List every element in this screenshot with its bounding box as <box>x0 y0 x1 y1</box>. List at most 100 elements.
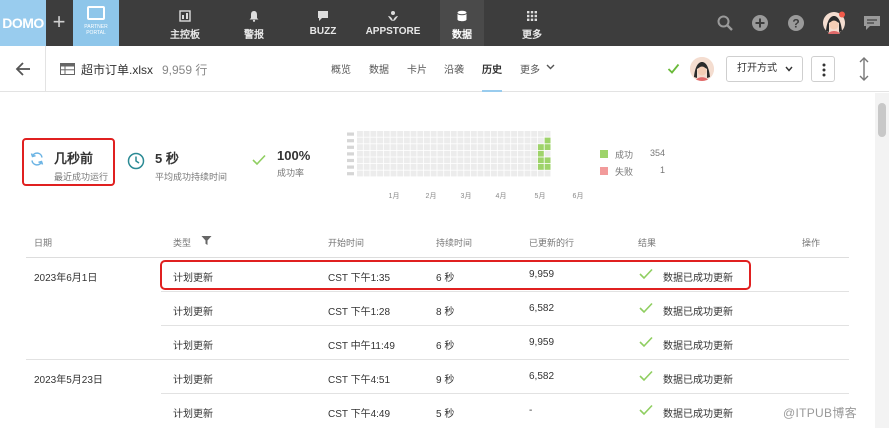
tab-cards[interactable]: 卡片 <box>407 61 427 92</box>
heatmap-cell-empty <box>497 170 504 177</box>
legend-success-label: 成功 <box>615 150 634 160</box>
run-history-heatmap: 1月 2月 3月 4月 5月 6月 <box>347 131 583 200</box>
column-header-type[interactable]: 类型 <box>173 236 212 249</box>
help-icon[interactable]: ? <box>786 13 806 33</box>
heatmap-cell-empty <box>424 137 430 144</box>
heatmap-cell-empty <box>390 164 397 170</box>
column-header-date[interactable]: 日期 <box>34 236 52 249</box>
heatmap-cell-empty <box>390 137 397 144</box>
heatmap-cell-empty <box>464 150 471 157</box>
heatmap-cell-empty <box>484 157 491 164</box>
more-options-button[interactable] <box>811 56 835 82</box>
tab-data[interactable]: 数据 <box>369 61 389 92</box>
dataset-name[interactable]: 超市订单.xlsx <box>81 61 153 78</box>
legend-success-swatch <box>600 150 608 158</box>
heatmap-cell-empty <box>491 144 497 150</box>
tab-history[interactable]: 历史 <box>482 61 502 92</box>
heatmap-cell-empty <box>504 164 511 170</box>
column-header-rows-updated[interactable]: 已更新的行 <box>529 236 574 249</box>
heatmap-cell-empty <box>504 157 511 164</box>
expand-collapse-icon[interactable] <box>856 56 872 82</box>
heatmap-cell-empty <box>410 131 417 137</box>
heatmap-cell-success <box>537 150 544 157</box>
heatmap-cell-empty <box>444 170 450 177</box>
open-with-label: 打开方式 <box>737 63 777 74</box>
column-header-type-label: 类型 <box>173 238 192 248</box>
search-icon[interactable] <box>715 13 735 33</box>
row-start-time: CST 中午11:49 <box>328 341 395 352</box>
table-row[interactable]: 计划更新 CST 下午4:49 5 秒 - 数据已成功更新 <box>26 394 849 428</box>
open-with-button[interactable]: 打开方式 <box>726 56 803 82</box>
heatmap-cell-empty <box>491 157 497 164</box>
heatmap-cell-empty <box>497 150 504 157</box>
scrollbar-thumb[interactable] <box>878 103 886 137</box>
heatmap-cell-empty <box>450 137 457 144</box>
heatmap-cell-empty <box>383 170 390 177</box>
legend-success: 成功 354 <box>600 148 670 160</box>
heatmap-cell-empty <box>457 150 464 157</box>
heatmap-cell-empty <box>511 137 517 144</box>
domo-logo[interactable]: DOMO <box>0 0 46 46</box>
heatmap-cell-empty <box>370 170 377 177</box>
heatmap-row-marker <box>347 165 354 169</box>
heatmap-cell-empty <box>450 131 457 137</box>
heatmap-cell-empty <box>457 164 464 170</box>
heatmap-cell-empty <box>470 157 477 164</box>
table-row[interactable]: 计划更新 CST 下午1:35 6 秒 9,959 数据已成功更新 <box>26 258 849 292</box>
row-result: 数据已成功更新 <box>663 375 733 386</box>
heatmap-cell-empty <box>524 144 531 150</box>
tab-lineage[interactable]: 沿袭 <box>444 61 464 92</box>
nav-item-data[interactable]: 数据 <box>440 0 484 46</box>
add-icon[interactable] <box>750 13 770 33</box>
success-rate-value: 100% <box>277 148 311 163</box>
nav-item-buzz[interactable]: BUZZ <box>301 0 345 46</box>
heatmap-cell-empty <box>370 144 377 150</box>
heatmap-cell-empty <box>410 144 417 150</box>
row-rows-updated: 6,582 <box>529 371 555 382</box>
column-header-duration[interactable]: 持续时间 <box>436 236 472 249</box>
row-result: 数据已成功更新 <box>663 307 733 318</box>
arrow-left-icon <box>15 62 30 76</box>
nav-item-dashboard[interactable]: 主控板 <box>162 0 208 46</box>
heatmap-cell-empty <box>504 131 511 137</box>
nav-item-more[interactable]: 更多 <box>510 0 554 46</box>
row-type: 计划更新 <box>173 273 213 284</box>
watermark: @ITPUB博客 <box>783 406 857 420</box>
tab-more[interactable]: 更多 <box>520 61 555 92</box>
heatmap-cell-empty <box>504 137 511 144</box>
heatmap-row-marker <box>347 145 354 149</box>
heatmap-row-marker <box>347 172 354 176</box>
success-check-icon <box>639 268 653 280</box>
partner-portal-tile[interactable]: PARTNER PORTAL <box>73 0 119 46</box>
grid-icon <box>527 11 537 21</box>
back-button[interactable] <box>0 46 46 92</box>
heatmap-cell-empty <box>470 170 477 177</box>
avatar[interactable] <box>822 11 846 35</box>
nav-item-alerts[interactable]: 警报 <box>232 0 276 46</box>
heatmap-cell-empty <box>524 157 531 164</box>
owner-avatar[interactable] <box>690 57 714 81</box>
heatmap-cell-empty <box>517 157 524 164</box>
owner-avatar-image <box>690 57 714 81</box>
message-icon[interactable] <box>862 13 882 33</box>
heatmap-cell-empty <box>417 150 424 157</box>
table-row[interactable]: 计划更新 CST 下午4:51 9 秒 6,582 数据已成功更新 <box>26 360 849 394</box>
table-row[interactable]: 计划更新 CST 下午1:28 8 秒 6,582 数据已成功更新 <box>26 292 849 326</box>
tab-overview[interactable]: 概览 <box>331 61 351 92</box>
heatmap-cell-empty <box>470 137 477 144</box>
heatmap-cell-empty <box>410 170 417 177</box>
heatmap-cell-empty <box>464 137 471 144</box>
column-header-start-time[interactable]: 开始时间 <box>328 236 364 249</box>
heatmap-cell-empty <box>383 137 390 144</box>
legend-success-count: 354 <box>649 148 665 158</box>
nav-item-appstore[interactable]: APPSTORE <box>362 0 424 46</box>
heatmap-cell-empty <box>357 157 363 164</box>
filter-icon[interactable] <box>201 235 212 246</box>
column-header-result[interactable]: 结果 <box>638 236 656 249</box>
vertical-scrollbar[interactable] <box>875 93 889 428</box>
heatmap-cell-empty <box>484 150 491 157</box>
add-tile-button[interactable]: + <box>48 0 70 46</box>
table-row[interactable]: 计划更新 CST 中午11:49 6 秒 9,959 数据已成功更新 <box>26 326 849 360</box>
row-duration: 5 秒 <box>436 409 455 420</box>
heatmap-cell-empty <box>377 131 383 137</box>
